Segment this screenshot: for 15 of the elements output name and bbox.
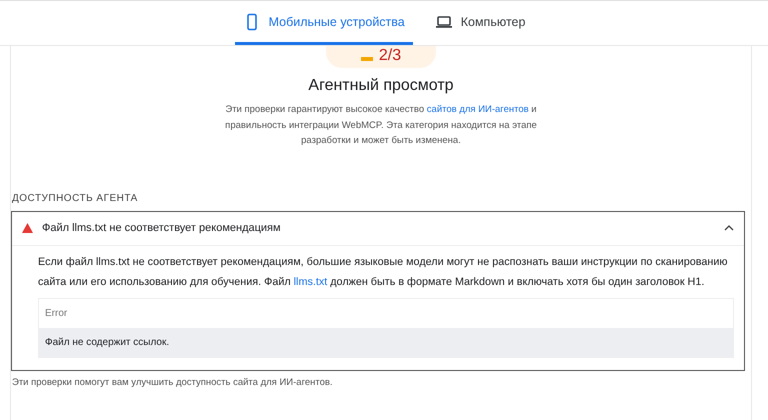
tab[interactable]: Компьютер xyxy=(426,1,534,45)
category-description: Эти проверки гарантируют высокое качество сайтов для ИИ-агентов и правильность интеграции WebMCP. Эта категория находится на этапе разработки и может быть изменена. xyxy=(224,103,538,148)
category-title: Агентный просмотр xyxy=(307,77,455,95)
link[interactable]: llms.txt xyxy=(294,276,328,288)
score-value: 2/3 xyxy=(378,48,402,64)
section-title: ДОСТУПНОСТЬ АГЕНТА xyxy=(12,192,139,204)
audit-header[interactable]: Файл llms.txt не соответствует рекомендациям xyxy=(12,212,744,246)
table-header: Error xyxy=(44,306,68,320)
link[interactable]: сайтов для ИИ-агентов xyxy=(426,104,529,115)
audit-description: Если файл llms.txt не соответствует рекомендациям, большие языковые модели могут не распознать ваши инструкции по сканированию сайта или его использованию для обучения. Файл llms.txt должен быть в формате Markdown и включать хотя бы один заголовок H1. xyxy=(38,254,728,290)
table-cell: Файл не содержит ссылок. xyxy=(39,328,733,356)
warning-triangle-icon xyxy=(22,223,33,233)
section-footer: Эти проверки помогут вам улучшить доступность сайта для ИИ-агентов. xyxy=(12,376,751,388)
chevron-up-icon[interactable] xyxy=(724,224,734,232)
audit-title: Файл llms.txt не соответствует рекомендациям xyxy=(42,222,282,234)
